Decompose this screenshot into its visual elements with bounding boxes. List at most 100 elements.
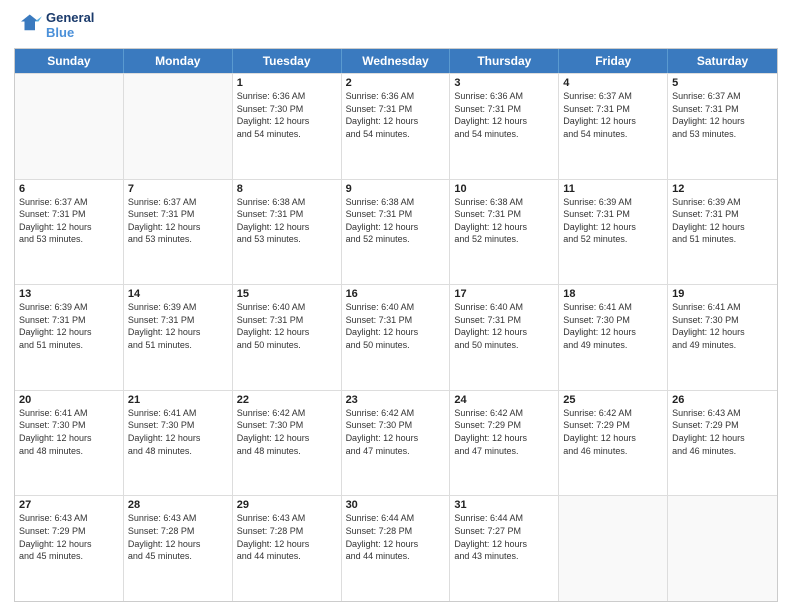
day-number: 6	[19, 183, 119, 195]
day-cell: 5Sunrise: 6:37 AM Sunset: 7:31 PM Daylig…	[668, 74, 777, 179]
week-row-2: 13Sunrise: 6:39 AM Sunset: 7:31 PM Dayli…	[15, 284, 777, 390]
day-info: Sunrise: 6:42 AM Sunset: 7:30 PM Dayligh…	[237, 407, 337, 457]
day-cell: 25Sunrise: 6:42 AM Sunset: 7:29 PM Dayli…	[559, 391, 668, 496]
day-number: 10	[454, 183, 554, 195]
day-cell: 13Sunrise: 6:39 AM Sunset: 7:31 PM Dayli…	[15, 285, 124, 390]
day-info: Sunrise: 6:39 AM Sunset: 7:31 PM Dayligh…	[19, 301, 119, 351]
day-info: Sunrise: 6:37 AM Sunset: 7:31 PM Dayligh…	[563, 90, 663, 140]
day-cell: 28Sunrise: 6:43 AM Sunset: 7:28 PM Dayli…	[124, 496, 233, 601]
day-info: Sunrise: 6:37 AM Sunset: 7:31 PM Dayligh…	[19, 196, 119, 246]
day-info: Sunrise: 6:43 AM Sunset: 7:28 PM Dayligh…	[128, 512, 228, 562]
day-number: 24	[454, 394, 554, 406]
day-number: 15	[237, 288, 337, 300]
week-row-4: 27Sunrise: 6:43 AM Sunset: 7:29 PM Dayli…	[15, 495, 777, 601]
day-cell: 10Sunrise: 6:38 AM Sunset: 7:31 PM Dayli…	[450, 180, 559, 285]
day-info: Sunrise: 6:39 AM Sunset: 7:31 PM Dayligh…	[672, 196, 773, 246]
day-number: 13	[19, 288, 119, 300]
day-cell: 23Sunrise: 6:42 AM Sunset: 7:30 PM Dayli…	[342, 391, 451, 496]
day-number: 12	[672, 183, 773, 195]
day-cell: 3Sunrise: 6:36 AM Sunset: 7:31 PM Daylig…	[450, 74, 559, 179]
day-number: 3	[454, 77, 554, 89]
day-info: Sunrise: 6:43 AM Sunset: 7:28 PM Dayligh…	[237, 512, 337, 562]
day-info: Sunrise: 6:37 AM Sunset: 7:31 PM Dayligh…	[128, 196, 228, 246]
day-number: 23	[346, 394, 446, 406]
day-number: 2	[346, 77, 446, 89]
calendar: SundayMondayTuesdayWednesdayThursdayFrid…	[14, 48, 778, 602]
logo-icon	[14, 11, 42, 39]
day-info: Sunrise: 6:42 AM Sunset: 7:29 PM Dayligh…	[563, 407, 663, 457]
day-number: 20	[19, 394, 119, 406]
day-cell: 2Sunrise: 6:36 AM Sunset: 7:31 PM Daylig…	[342, 74, 451, 179]
day-cell: 9Sunrise: 6:38 AM Sunset: 7:31 PM Daylig…	[342, 180, 451, 285]
day-header-saturday: Saturday	[668, 49, 777, 73]
day-cell: 16Sunrise: 6:40 AM Sunset: 7:31 PM Dayli…	[342, 285, 451, 390]
week-row-1: 6Sunrise: 6:37 AM Sunset: 7:31 PM Daylig…	[15, 179, 777, 285]
day-info: Sunrise: 6:41 AM Sunset: 7:30 PM Dayligh…	[563, 301, 663, 351]
day-cell: 24Sunrise: 6:42 AM Sunset: 7:29 PM Dayli…	[450, 391, 559, 496]
day-info: Sunrise: 6:41 AM Sunset: 7:30 PM Dayligh…	[128, 407, 228, 457]
day-info: Sunrise: 6:43 AM Sunset: 7:29 PM Dayligh…	[672, 407, 773, 457]
day-header-wednesday: Wednesday	[342, 49, 451, 73]
week-row-0: 1Sunrise: 6:36 AM Sunset: 7:30 PM Daylig…	[15, 73, 777, 179]
logo: General Blue	[14, 10, 94, 40]
day-number: 9	[346, 183, 446, 195]
day-header-sunday: Sunday	[15, 49, 124, 73]
day-header-tuesday: Tuesday	[233, 49, 342, 73]
day-info: Sunrise: 6:36 AM Sunset: 7:30 PM Dayligh…	[237, 90, 337, 140]
day-cell: 29Sunrise: 6:43 AM Sunset: 7:28 PM Dayli…	[233, 496, 342, 601]
day-info: Sunrise: 6:36 AM Sunset: 7:31 PM Dayligh…	[454, 90, 554, 140]
logo-text: General Blue	[46, 10, 94, 40]
day-cell: 4Sunrise: 6:37 AM Sunset: 7:31 PM Daylig…	[559, 74, 668, 179]
day-info: Sunrise: 6:43 AM Sunset: 7:29 PM Dayligh…	[19, 512, 119, 562]
day-number: 22	[237, 394, 337, 406]
day-number: 7	[128, 183, 228, 195]
day-info: Sunrise: 6:41 AM Sunset: 7:30 PM Dayligh…	[19, 407, 119, 457]
day-cell: 26Sunrise: 6:43 AM Sunset: 7:29 PM Dayli…	[668, 391, 777, 496]
day-info: Sunrise: 6:41 AM Sunset: 7:30 PM Dayligh…	[672, 301, 773, 351]
day-number: 11	[563, 183, 663, 195]
day-info: Sunrise: 6:42 AM Sunset: 7:29 PM Dayligh…	[454, 407, 554, 457]
day-info: Sunrise: 6:40 AM Sunset: 7:31 PM Dayligh…	[346, 301, 446, 351]
day-number: 30	[346, 499, 446, 511]
day-number: 1	[237, 77, 337, 89]
day-cell: 19Sunrise: 6:41 AM Sunset: 7:30 PM Dayli…	[668, 285, 777, 390]
day-cell: 6Sunrise: 6:37 AM Sunset: 7:31 PM Daylig…	[15, 180, 124, 285]
day-number: 16	[346, 288, 446, 300]
day-number: 14	[128, 288, 228, 300]
header: General Blue	[14, 10, 778, 40]
day-cell: 15Sunrise: 6:40 AM Sunset: 7:31 PM Dayli…	[233, 285, 342, 390]
day-cell: 7Sunrise: 6:37 AM Sunset: 7:31 PM Daylig…	[124, 180, 233, 285]
day-cell: 1Sunrise: 6:36 AM Sunset: 7:30 PM Daylig…	[233, 74, 342, 179]
day-info: Sunrise: 6:38 AM Sunset: 7:31 PM Dayligh…	[346, 196, 446, 246]
day-cell: 17Sunrise: 6:40 AM Sunset: 7:31 PM Dayli…	[450, 285, 559, 390]
day-header-thursday: Thursday	[450, 49, 559, 73]
day-number: 26	[672, 394, 773, 406]
day-cell: 11Sunrise: 6:39 AM Sunset: 7:31 PM Dayli…	[559, 180, 668, 285]
day-number: 5	[672, 77, 773, 89]
day-info: Sunrise: 6:44 AM Sunset: 7:27 PM Dayligh…	[454, 512, 554, 562]
day-info: Sunrise: 6:36 AM Sunset: 7:31 PM Dayligh…	[346, 90, 446, 140]
day-info: Sunrise: 6:38 AM Sunset: 7:31 PM Dayligh…	[237, 196, 337, 246]
day-cell: 20Sunrise: 6:41 AM Sunset: 7:30 PM Dayli…	[15, 391, 124, 496]
day-info: Sunrise: 6:39 AM Sunset: 7:31 PM Dayligh…	[128, 301, 228, 351]
day-number: 18	[563, 288, 663, 300]
day-cell: 30Sunrise: 6:44 AM Sunset: 7:28 PM Dayli…	[342, 496, 451, 601]
day-number: 28	[128, 499, 228, 511]
day-cell	[559, 496, 668, 601]
day-info: Sunrise: 6:42 AM Sunset: 7:30 PM Dayligh…	[346, 407, 446, 457]
day-info: Sunrise: 6:39 AM Sunset: 7:31 PM Dayligh…	[563, 196, 663, 246]
day-number: 19	[672, 288, 773, 300]
day-info: Sunrise: 6:44 AM Sunset: 7:28 PM Dayligh…	[346, 512, 446, 562]
day-info: Sunrise: 6:40 AM Sunset: 7:31 PM Dayligh…	[237, 301, 337, 351]
day-info: Sunrise: 6:40 AM Sunset: 7:31 PM Dayligh…	[454, 301, 554, 351]
day-cell: 27Sunrise: 6:43 AM Sunset: 7:29 PM Dayli…	[15, 496, 124, 601]
day-cell: 8Sunrise: 6:38 AM Sunset: 7:31 PM Daylig…	[233, 180, 342, 285]
day-cell: 31Sunrise: 6:44 AM Sunset: 7:27 PM Dayli…	[450, 496, 559, 601]
day-number: 29	[237, 499, 337, 511]
day-cell	[668, 496, 777, 601]
calendar-body: 1Sunrise: 6:36 AM Sunset: 7:30 PM Daylig…	[15, 73, 777, 601]
day-info: Sunrise: 6:38 AM Sunset: 7:31 PM Dayligh…	[454, 196, 554, 246]
page: General Blue SundayMondayTuesdayWednesda…	[0, 0, 792, 612]
day-number: 21	[128, 394, 228, 406]
calendar-header: SundayMondayTuesdayWednesdayThursdayFrid…	[15, 49, 777, 73]
